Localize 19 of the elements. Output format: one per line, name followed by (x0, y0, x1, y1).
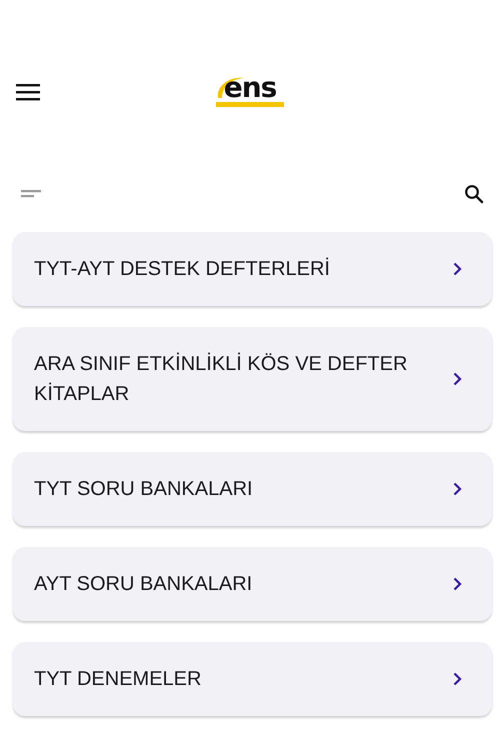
chevron-right-icon (453, 577, 462, 591)
category-label: TYT-AYT DESTEK DEFTERLERİ (34, 256, 330, 282)
category-label: TYT DENEMELER (34, 667, 202, 692)
category-label: AYT SORU BANKALARI (34, 572, 252, 597)
filter-icon[interactable] (21, 189, 41, 199)
category-label: TYT SORU BANKALARI (34, 477, 253, 502)
category-card[interactable]: TYT-AYT DESTEK DEFTERLERİ (13, 232, 492, 306)
chevron-right-icon (453, 482, 462, 496)
chevron-right-icon (453, 262, 462, 276)
chevron-right-icon (453, 372, 462, 386)
category-card[interactable]: AYT SORU BANKALARI (13, 547, 492, 621)
category-label: ARA SINIF ETKİNLİKLİ KÖS VE DEFTER KİTAPLAR (34, 352, 408, 407)
search-icon[interactable] (464, 184, 484, 204)
category-card[interactable]: TYT DENEMELER (13, 642, 492, 716)
category-card[interactable]: TYT SORU BANKALARI (13, 452, 492, 526)
chevron-right-icon (453, 672, 462, 686)
category-card[interactable]: ARA SINIF ETKİNLİKLİ KÖS VE DEFTER KİTAPLAR (13, 327, 492, 431)
logo: ens (214, 74, 286, 110)
menu-icon[interactable] (16, 83, 40, 101)
